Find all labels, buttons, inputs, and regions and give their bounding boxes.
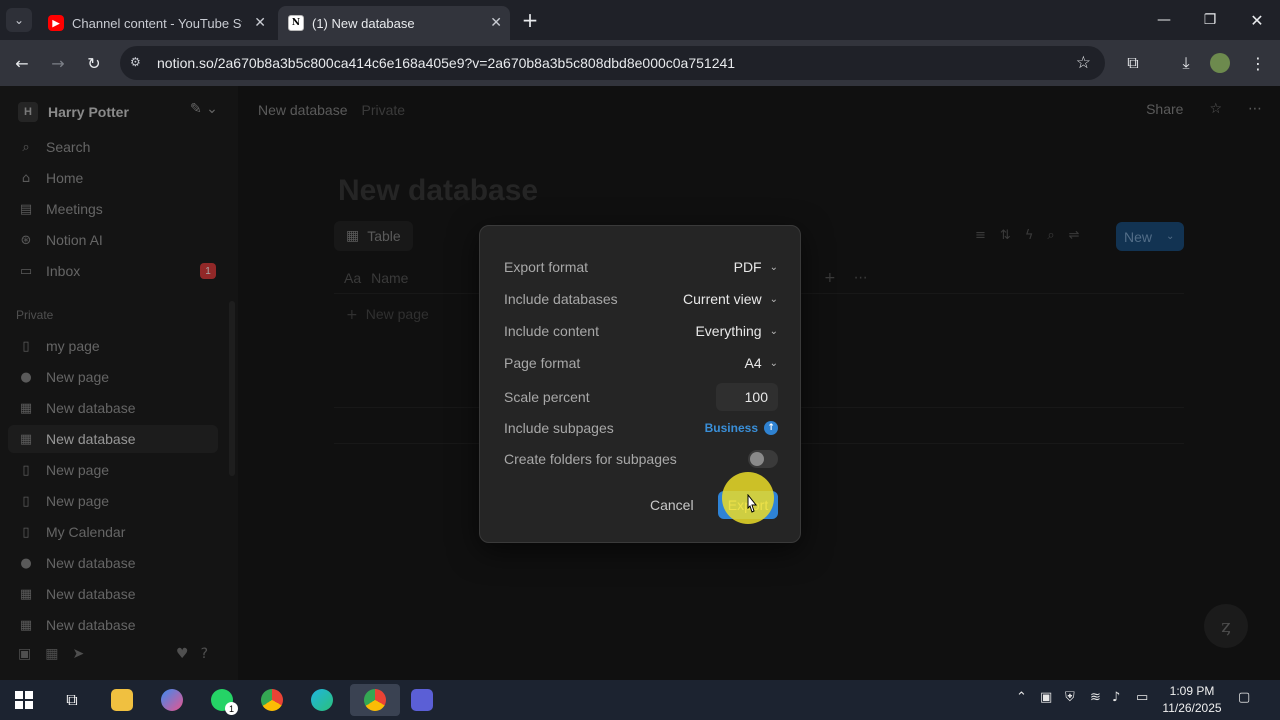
- browser-tab-strip: ⌄ ▶ Channel content - YouTube Stu ✕ N (1…: [0, 0, 1280, 40]
- business-badge-label: Business: [704, 421, 758, 435]
- bookmark-star-icon[interactable]: ☆: [1076, 53, 1091, 73]
- forward-button[interactable]: →: [46, 51, 70, 75]
- windows-taskbar: ⧉ 1 ⌃ ▣ ⛨ ≋ ♪ ▭ 1:09 PM 11/26/2025 ▢: [0, 680, 1280, 720]
- copilot-icon[interactable]: [152, 684, 192, 716]
- tab-title: Channel content - YouTube Stu: [72, 15, 242, 31]
- page-format-row[interactable]: Page format A4 ⌄: [504, 350, 778, 376]
- chrome-profile-icon[interactable]: [350, 684, 400, 716]
- export-format-select[interactable]: PDF ⌄: [734, 259, 778, 275]
- export-format-row[interactable]: Export format PDF ⌄: [504, 254, 778, 280]
- include-content-label: Include content: [504, 323, 599, 339]
- back-button[interactable]: ←: [10, 51, 34, 75]
- app-g-icon[interactable]: [402, 684, 442, 716]
- tab-youtube-studio[interactable]: ▶ Channel content - YouTube Stu ✕: [38, 6, 274, 40]
- clock-date: 11/26/2025: [1162, 701, 1222, 715]
- youtube-icon: ▶: [48, 15, 64, 31]
- security-shield-icon[interactable]: ⛨: [1065, 690, 1075, 705]
- tray-app-icon[interactable]: ▣: [1040, 690, 1052, 705]
- business-upgrade-badge[interactable]: Business ↑: [705, 421, 778, 435]
- scale-percent-row: Scale percent 100: [504, 382, 778, 412]
- notion-icon: N: [288, 15, 304, 31]
- tab-title: (1) New database: [312, 15, 415, 31]
- whatsapp-icon[interactable]: 1: [202, 684, 242, 716]
- clock[interactable]: 1:09 PM 11/26/2025: [1156, 683, 1228, 717]
- notifications-icon[interactable]: ▢: [1238, 690, 1250, 705]
- include-content-select[interactable]: Everything ⌄: [695, 323, 778, 339]
- include-content-row[interactable]: Include content Everything ⌄: [504, 318, 778, 344]
- profile-avatar[interactable]: [1208, 51, 1232, 75]
- menu-kebab-icon[interactable]: ⋮: [1246, 51, 1270, 75]
- edge-icon[interactable]: [302, 684, 342, 716]
- windows-logo-icon: [15, 691, 33, 709]
- include-databases-label: Include databases: [504, 291, 618, 307]
- battery-icon[interactable]: ▭: [1136, 690, 1148, 705]
- download-icon[interactable]: ⤓: [1174, 51, 1198, 75]
- page-format-select[interactable]: A4 ⌄: [744, 355, 778, 371]
- include-databases-row[interactable]: Include databases Current view ⌄: [504, 286, 778, 312]
- volume-icon[interactable]: ♪: [1112, 690, 1120, 705]
- toggle-knob: [750, 452, 764, 466]
- browser-toolbar: ← → ↻ ⚙ notion.so/2a670b8a3b5c800ca414c6…: [0, 40, 1280, 86]
- chevron-down-icon: ⌄: [769, 357, 778, 369]
- mouse-pointer-icon: [747, 494, 758, 513]
- upgrade-arrow-icon: ↑: [764, 421, 778, 435]
- include-subpages-row: Include subpages Business ↑: [504, 415, 778, 441]
- include-databases-value: Current view: [683, 291, 762, 307]
- url-text: notion.so/2a670b8a3b5c800ca414c6e168a405…: [157, 55, 736, 71]
- page-format-label: Page format: [504, 355, 581, 371]
- chevron-down-icon: ⌄: [769, 325, 778, 337]
- restore-button[interactable]: ❐: [1198, 8, 1222, 32]
- export-format-value: PDF: [733, 259, 762, 275]
- create-folders-toggle[interactable]: [748, 450, 778, 468]
- reload-button[interactable]: ↻: [82, 51, 106, 75]
- screen: ⌄ ▶ Channel content - YouTube Stu ✕ N (1…: [0, 0, 1280, 720]
- chrome-icon[interactable]: [252, 684, 292, 716]
- show-hidden-icons[interactable]: ⌃: [1016, 690, 1027, 705]
- minimize-button[interactable]: —: [1152, 8, 1176, 32]
- include-subpages-label: Include subpages: [504, 420, 614, 436]
- extensions-icon[interactable]: ⧉: [1121, 51, 1145, 75]
- scale-percent-label: Scale percent: [504, 389, 590, 405]
- export-format-label: Export format: [504, 259, 589, 275]
- page-format-value: A4: [744, 355, 762, 371]
- site-info-icon[interactable]: ⚙: [130, 55, 146, 71]
- create-folders-row: Create folders for subpages: [504, 446, 778, 472]
- address-bar[interactable]: ⚙ notion.so/2a670b8a3b5c800ca414c6e168a4…: [120, 46, 1105, 80]
- chevron-down-icon: ⌄: [769, 293, 778, 305]
- close-window-button[interactable]: ✕: [1245, 8, 1269, 32]
- clock-time: 1:09 PM: [1169, 684, 1215, 698]
- wifi-icon[interactable]: ≋: [1090, 690, 1101, 705]
- file-explorer-icon[interactable]: [102, 684, 142, 716]
- create-folders-label: Create folders for subpages: [504, 451, 677, 467]
- new-tab-button[interactable]: +: [518, 8, 542, 32]
- cancel-button[interactable]: Cancel: [650, 493, 694, 517]
- chevron-down-icon: ⌄: [769, 261, 778, 273]
- close-tab-icon[interactable]: ✕: [490, 15, 502, 31]
- whatsapp-badge: 1: [225, 702, 238, 715]
- include-content-value: Everything: [695, 323, 762, 339]
- include-databases-select[interactable]: Current view ⌄: [683, 291, 778, 307]
- tab-search-button[interactable]: ⌄: [6, 8, 32, 32]
- start-button[interactable]: [4, 684, 44, 716]
- close-tab-icon[interactable]: ✕: [254, 15, 266, 31]
- task-view-icon[interactable]: ⧉: [52, 684, 92, 716]
- tab-new-database[interactable]: N (1) New database ✕: [278, 6, 510, 40]
- scale-percent-input[interactable]: 100: [716, 383, 778, 411]
